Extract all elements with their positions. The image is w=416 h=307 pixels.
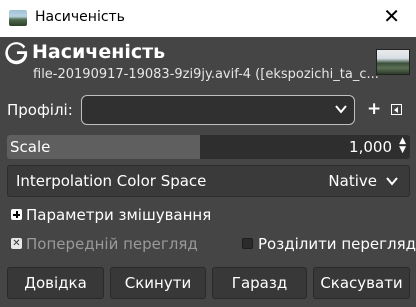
spin-arrows-icon[interactable]: ▲ ▼	[399, 137, 406, 155]
checkbox-unchecked-icon	[242, 238, 253, 249]
window-title: Насиченість	[35, 9, 125, 25]
chevron-down-icon	[335, 105, 347, 114]
scale-value[interactable]: 1,000	[349, 138, 392, 156]
add-preset-icon[interactable]: +	[367, 101, 381, 118]
interpolation-label: Interpolation Color Space	[16, 172, 207, 190]
split-view-label: Розділити перегляд	[258, 235, 416, 253]
window-titlebar: Насиченість ✕	[0, 0, 416, 37]
gimp-g-icon	[5, 42, 28, 65]
interpolation-value: Native	[328, 172, 377, 190]
blending-options-label: Параметри змішування	[26, 206, 212, 224]
profiles-label: Профілі:	[7, 101, 73, 119]
profiles-combo[interactable]	[81, 95, 355, 125]
ok-button[interactable]: Гаразд	[212, 267, 307, 299]
dialog-header: Насиченість file-20190917-19083-9zi9jy.a…	[0, 37, 416, 87]
image-subtitle: file-20190917-19083-9zi9jy.avif-4 ([eksp…	[33, 67, 379, 82]
preview-label: Попередній перегляд	[26, 235, 198, 253]
cancel-button[interactable]: Скасувати	[313, 267, 410, 299]
image-thumbnail	[376, 49, 410, 75]
close-icon[interactable]: ✕	[383, 6, 400, 26]
expand-plus-icon	[11, 209, 22, 220]
chevron-down-icon	[386, 177, 398, 186]
app-icon	[9, 10, 27, 26]
checkbox-checked-icon: ✕	[11, 238, 22, 249]
scale-label: Scale	[10, 138, 51, 156]
scale-slider[interactable]: Scale 1,000 ▲ ▼	[7, 135, 410, 159]
reset-button[interactable]: Скинути	[110, 267, 206, 299]
help-button[interactable]: Довідка	[7, 267, 104, 299]
dialog-title: Насиченість	[32, 41, 166, 63]
preset-menu-icon[interactable]	[391, 104, 402, 115]
interpolation-color-space-select[interactable]: Interpolation Color Space Native	[7, 165, 410, 197]
